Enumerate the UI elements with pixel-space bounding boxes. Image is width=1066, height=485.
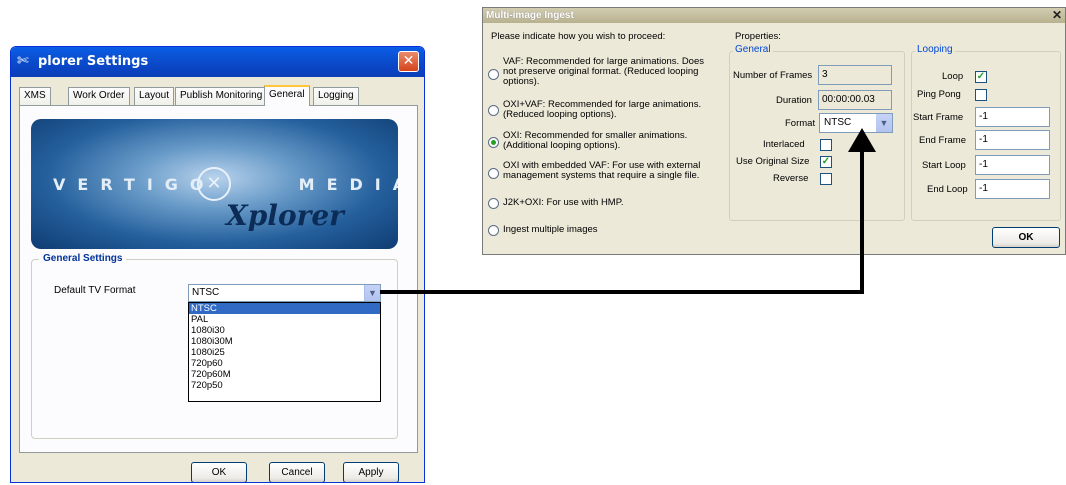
callout-arrow-head (848, 128, 876, 152)
callout-arrow (380, 128, 876, 294)
callout-arrow-line (380, 150, 864, 294)
tab-general[interactable]: General (264, 85, 310, 106)
